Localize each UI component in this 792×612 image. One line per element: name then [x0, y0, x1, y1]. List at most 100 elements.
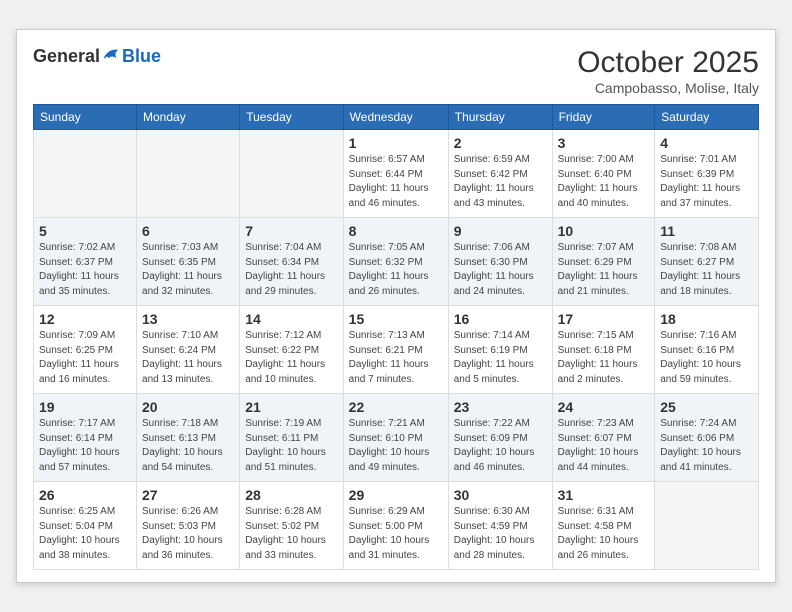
day-info: Sunrise: 6:26 AM Sunset: 5:03 PM Dayligh… [142, 505, 234, 563]
table-cell: 24 Sunrise: 7:23 AM Sunset: 6:07 PM Dayli… [552, 394, 655, 482]
table-cell: 16 Sunrise: 7:14 AM Sunset: 6:19 PM Dayli… [448, 306, 552, 394]
day-info: Sunrise: 7:24 AM Sunset: 6:06 PM Dayligh… [660, 417, 753, 475]
header-area: General Blue October 2025 Campobasso, Mo… [33, 46, 759, 96]
table-cell [655, 482, 759, 570]
day-info: Sunrise: 7:04 AM Sunset: 6:34 PM Dayligh… [245, 241, 337, 299]
day-info: Sunrise: 7:21 AM Sunset: 6:10 PM Dayligh… [349, 417, 443, 475]
logo-general-text: General [33, 46, 120, 67]
day-info: Sunrise: 7:09 AM Sunset: 6:25 PM Dayligh… [39, 329, 131, 387]
day-info: Sunrise: 7:22 AM Sunset: 6:09 PM Dayligh… [454, 417, 547, 475]
table-cell: 25Sunrise: 7:24 AM Sunset: 6:06 PM Dayli… [655, 394, 759, 482]
week-row-4: 19 Sunrise: 7:17 AM Sunset: 6:14 PM Dayli… [34, 394, 759, 482]
table-cell: 4 Sunrise: 7:01 AM Sunset: 6:39 PM Daylig… [655, 130, 759, 218]
table-cell: 6Sunrise: 7:03 AM Sunset: 6:35 PM Daylig… [137, 218, 240, 306]
day-info: Sunrise: 7:17 AM Sunset: 6:14 PM Dayligh… [39, 417, 131, 475]
logo-area: General Blue [33, 46, 161, 67]
day-number: 12 [39, 311, 131, 327]
table-cell: 18 Sunrise: 7:16 AM Sunset: 6:16 PM Dayli… [655, 306, 759, 394]
day-info: Sunrise: 7:05 AM Sunset: 6:32 PM Dayligh… [349, 241, 443, 299]
day-info: Sunrise: 7:15 AM Sunset: 6:18 PM Dayligh… [558, 329, 650, 387]
table-cell: 5 Sunrise: 7:02 AM Sunset: 6:37 PM Daylig… [34, 218, 137, 306]
week-row-3: 12 Sunrise: 7:09 AM Sunset: 6:25 PM Dayli… [34, 306, 759, 394]
table-cell: 19 Sunrise: 7:17 AM Sunset: 6:14 PM Dayli… [34, 394, 137, 482]
day-info: Sunrise: 7:16 AM Sunset: 6:16 PM Dayligh… [660, 329, 753, 387]
day-number: 23 [454, 399, 547, 415]
col-tuesday: Tuesday [240, 105, 343, 130]
day-number: 14 [245, 311, 337, 327]
week-row-1: 1Sunrise: 6:57 AM Sunset: 6:44 PM Daylig… [34, 130, 759, 218]
day-number: 3 [558, 135, 650, 151]
table-cell: 1Sunrise: 6:57 AM Sunset: 6:44 PM Daylig… [343, 130, 448, 218]
day-number: 9 [454, 223, 547, 239]
day-info: Sunrise: 6:25 AM Sunset: 5:04 PM Dayligh… [39, 505, 131, 563]
day-info: Sunrise: 7:13 AM Sunset: 6:21 PM Dayligh… [349, 329, 443, 387]
day-info: Sunrise: 7:19 AM Sunset: 6:11 PM Dayligh… [245, 417, 337, 475]
day-number: 8 [349, 223, 443, 239]
day-info: Sunrise: 7:12 AM Sunset: 6:22 PM Dayligh… [245, 329, 337, 387]
day-info: Sunrise: 6:31 AM Sunset: 4:58 PM Dayligh… [558, 505, 650, 563]
col-friday: Friday [552, 105, 655, 130]
day-number: 6 [142, 223, 234, 239]
table-cell [137, 130, 240, 218]
day-info: Sunrise: 6:57 AM Sunset: 6:44 PM Dayligh… [349, 153, 443, 211]
table-cell: 11Sunrise: 7:08 AM Sunset: 6:27 PM Dayli… [655, 218, 759, 306]
subtitle: Campobasso, Molise, Italy [577, 80, 759, 96]
header-row: Sunday Monday Tuesday Wednesday Thursday… [34, 105, 759, 130]
table-cell: 21 Sunrise: 7:19 AM Sunset: 6:11 PM Dayli… [240, 394, 343, 482]
day-info: Sunrise: 7:14 AM Sunset: 6:19 PM Dayligh… [454, 329, 547, 387]
table-cell: 2Sunrise: 6:59 AM Sunset: 6:42 PM Daylig… [448, 130, 552, 218]
day-info: Sunrise: 7:23 AM Sunset: 6:07 PM Dayligh… [558, 417, 650, 475]
month-title: October 2025 [577, 46, 759, 80]
day-number: 11 [660, 223, 753, 239]
day-info: Sunrise: 7:00 AM Sunset: 6:40 PM Dayligh… [558, 153, 650, 211]
table-cell: 29Sunrise: 6:29 AM Sunset: 5:00 PM Dayli… [343, 482, 448, 570]
day-number: 16 [454, 311, 547, 327]
table-cell: 26 Sunrise: 6:25 AM Sunset: 5:04 PM Dayli… [34, 482, 137, 570]
col-saturday: Saturday [655, 105, 759, 130]
day-number: 17 [558, 311, 650, 327]
table-cell: 27 Sunrise: 6:26 AM Sunset: 5:03 PM Dayli… [137, 482, 240, 570]
calendar-container: General Blue October 2025 Campobasso, Mo… [16, 29, 776, 583]
day-number: 19 [39, 399, 131, 415]
table-cell: 3 Sunrise: 7:00 AM Sunset: 6:40 PM Daylig… [552, 130, 655, 218]
day-number: 7 [245, 223, 337, 239]
day-number: 5 [39, 223, 131, 239]
day-number: 18 [660, 311, 753, 327]
logo: General Blue [33, 46, 161, 67]
day-info: Sunrise: 6:28 AM Sunset: 5:02 PM Dayligh… [245, 505, 337, 563]
week-row-2: 5 Sunrise: 7:02 AM Sunset: 6:37 PM Daylig… [34, 218, 759, 306]
day-info: Sunrise: 7:07 AM Sunset: 6:29 PM Dayligh… [558, 241, 650, 299]
day-number: 24 [558, 399, 650, 415]
week-row-5: 26 Sunrise: 6:25 AM Sunset: 5:04 PM Dayli… [34, 482, 759, 570]
table-cell: 30Sunrise: 6:30 AM Sunset: 4:59 PM Dayli… [448, 482, 552, 570]
day-number: 28 [245, 487, 337, 503]
table-cell [240, 130, 343, 218]
table-cell: 7 Sunrise: 7:04 AM Sunset: 6:34 PM Daylig… [240, 218, 343, 306]
day-number: 27 [142, 487, 234, 503]
day-number: 26 [39, 487, 131, 503]
day-info: Sunrise: 7:18 AM Sunset: 6:13 PM Dayligh… [142, 417, 234, 475]
day-info: Sunrise: 7:06 AM Sunset: 6:30 PM Dayligh… [454, 241, 547, 299]
day-info: Sunrise: 6:29 AM Sunset: 5:00 PM Dayligh… [349, 505, 443, 563]
day-number: 4 [660, 135, 753, 151]
logo-bird-icon [102, 46, 120, 62]
table-cell: 31Sunrise: 6:31 AM Sunset: 4:58 PM Dayli… [552, 482, 655, 570]
day-number: 20 [142, 399, 234, 415]
day-number: 21 [245, 399, 337, 415]
col-wednesday: Wednesday [343, 105, 448, 130]
table-cell: 28 Sunrise: 6:28 AM Sunset: 5:02 PM Dayli… [240, 482, 343, 570]
day-number: 15 [349, 311, 443, 327]
col-sunday: Sunday [34, 105, 137, 130]
logo-blue: Blue [122, 46, 161, 67]
day-info: Sunrise: 7:01 AM Sunset: 6:39 PM Dayligh… [660, 153, 753, 211]
table-cell: 10Sunrise: 7:07 AM Sunset: 6:29 PM Dayli… [552, 218, 655, 306]
day-info: Sunrise: 7:10 AM Sunset: 6:24 PM Dayligh… [142, 329, 234, 387]
day-info: Sunrise: 6:59 AM Sunset: 6:42 PM Dayligh… [454, 153, 547, 211]
table-cell [34, 130, 137, 218]
table-cell: 22Sunrise: 7:21 AM Sunset: 6:10 PM Dayli… [343, 394, 448, 482]
table-cell: 8 Sunrise: 7:05 AM Sunset: 6:32 PM Daylig… [343, 218, 448, 306]
col-monday: Monday [137, 105, 240, 130]
day-info: Sunrise: 7:02 AM Sunset: 6:37 PM Dayligh… [39, 241, 131, 299]
table-cell: 14 Sunrise: 7:12 AM Sunset: 6:22 PM Dayli… [240, 306, 343, 394]
table-cell: 12 Sunrise: 7:09 AM Sunset: 6:25 PM Dayli… [34, 306, 137, 394]
